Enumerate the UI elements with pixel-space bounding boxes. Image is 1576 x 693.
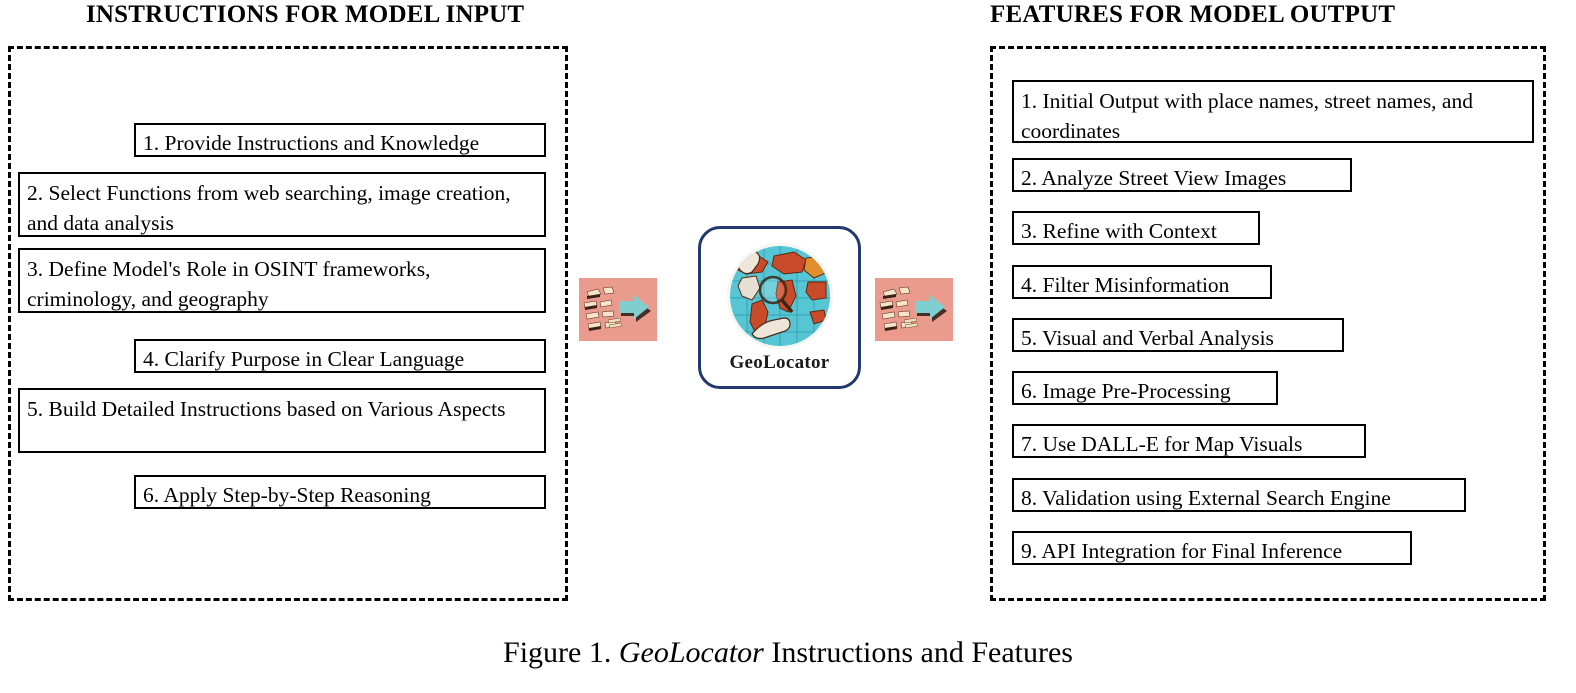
- feature-item-1: 1. Initial Output with place names, stre…: [1012, 80, 1534, 143]
- feature-item-2: 2. Analyze Street View Images: [1012, 158, 1352, 192]
- feature-item-6: 6. Image Pre-Processing: [1012, 371, 1278, 405]
- feature-item-4: 4. Filter Misinformation: [1012, 265, 1272, 299]
- instruction-item-2: 2. Select Functions from web searching, …: [18, 172, 546, 237]
- feature-item-7: 7. Use DALL-E for Map Visuals: [1012, 424, 1366, 458]
- feature-item-9: 9. API Integration for Final Inference: [1012, 531, 1412, 565]
- instruction-item-1: 1. Provide Instructions and Knowledge: [134, 123, 546, 157]
- instruction-item-6: 6. Apply Step-by-Step Reasoning: [134, 475, 546, 509]
- instruction-item-5: 5. Build Detailed Instructions based on …: [18, 388, 546, 453]
- figure-caption: Figure 1. GeoLocator Instructions and Fe…: [0, 636, 1576, 670]
- output-flow-arrow-icon: [875, 278, 953, 341]
- center-flow-stage: GeoLocator: [568, 46, 990, 601]
- feature-item-3: 3. Refine with Context: [1012, 211, 1260, 245]
- right-column-header: FEATURES FOR MODEL OUTPUT: [990, 1, 1396, 28]
- feature-item-8: 8. Validation using External Search Engi…: [1012, 478, 1466, 512]
- caption-emphasis: GeoLocator: [618, 636, 764, 669]
- caption-prefix: Figure 1.: [503, 636, 619, 669]
- input-flow-arrow-icon: [579, 278, 657, 341]
- feature-item-5: 5. Visual and Verbal Analysis: [1012, 318, 1344, 352]
- geolocator-logo-card: GeoLocator: [698, 226, 861, 389]
- geolocator-logo-label: GeoLocator: [729, 352, 830, 373]
- globe-icon: [722, 238, 838, 354]
- instruction-item-3: 3. Define Model's Role in OSINT framewor…: [18, 248, 546, 313]
- instruction-item-4: 4. Clarify Purpose in Clear Language: [134, 339, 546, 373]
- caption-suffix: Instructions and Features: [763, 636, 1073, 669]
- left-column-header: INSTRUCTIONS FOR MODEL INPUT: [86, 1, 525, 28]
